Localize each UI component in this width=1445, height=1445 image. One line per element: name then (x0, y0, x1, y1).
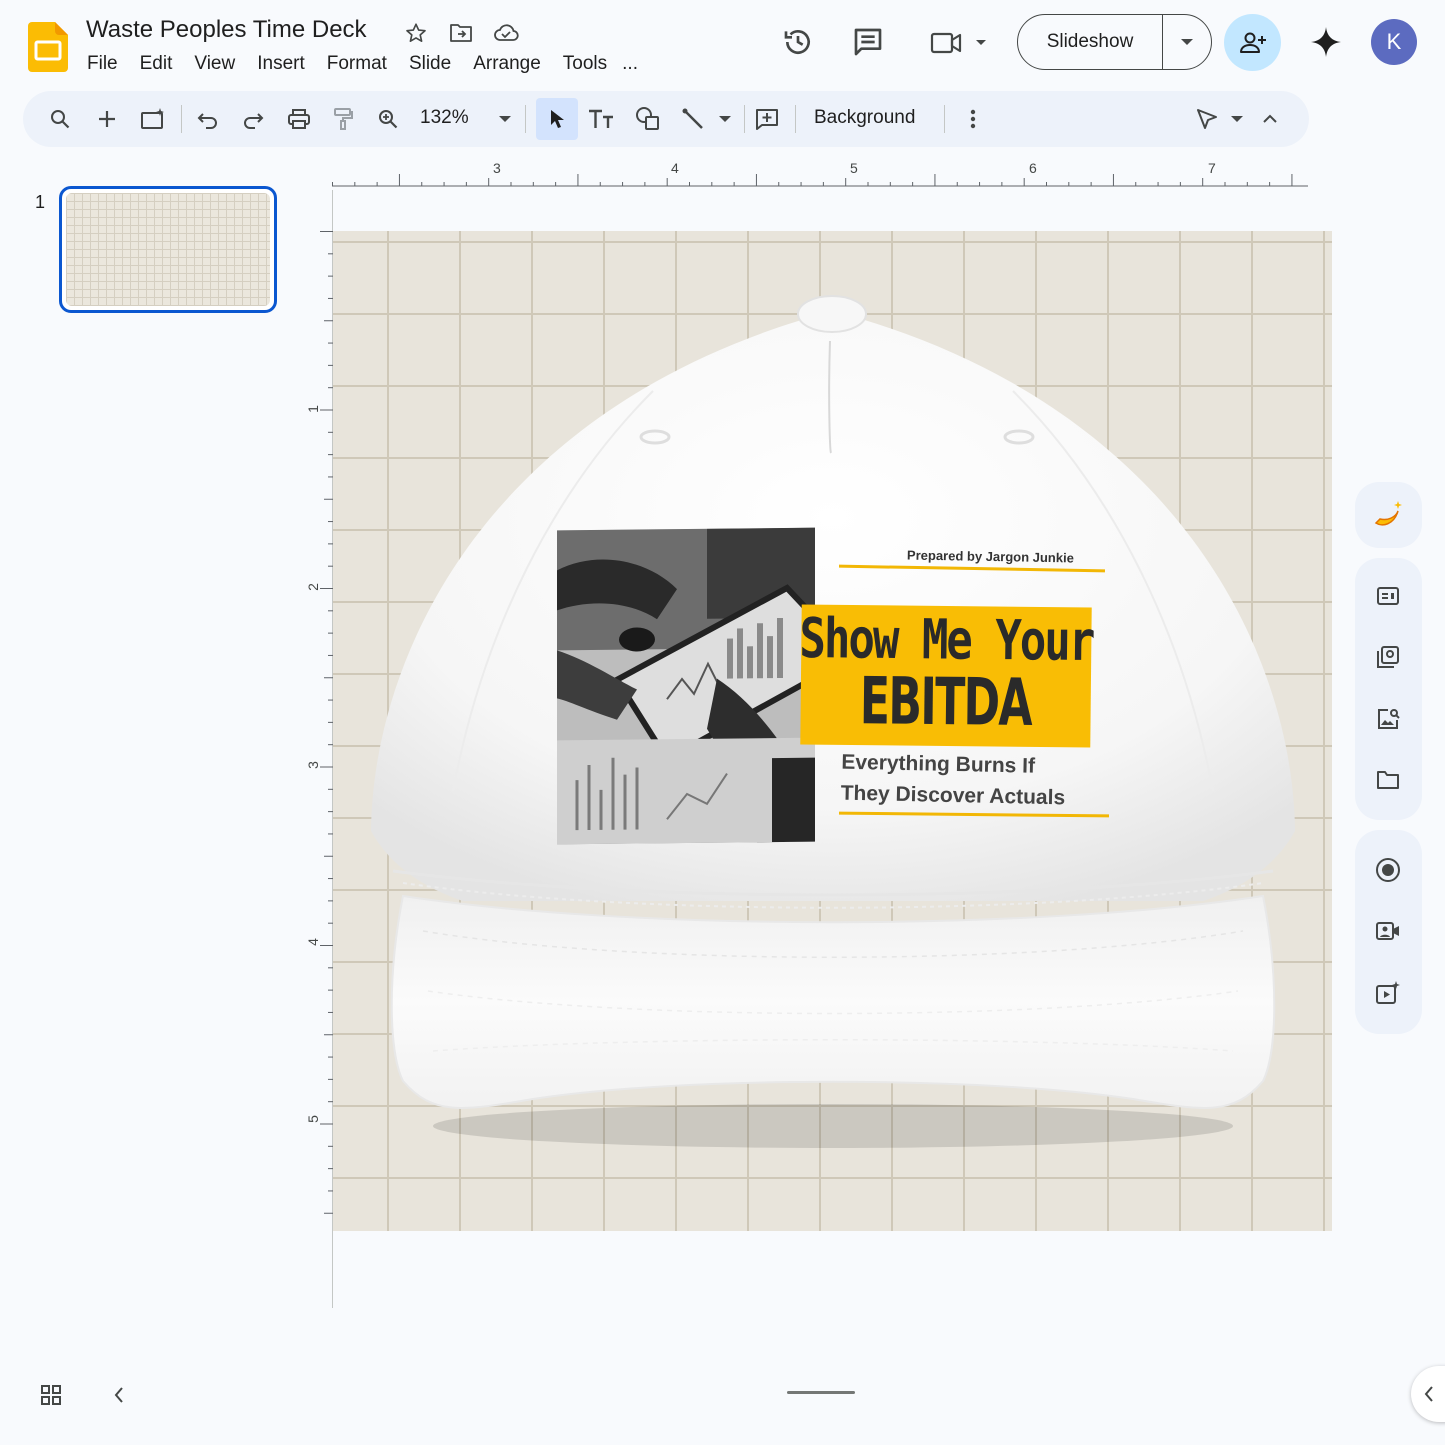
new-slide-icon[interactable] (89, 101, 125, 137)
chevron-left-icon (1424, 1386, 1433, 1402)
slide-thumbnail[interactable] (59, 186, 277, 313)
add-person-icon (1239, 32, 1266, 53)
banana-ai-icon[interactable] (1367, 494, 1409, 536)
line-tool-icon[interactable] (675, 101, 711, 137)
zoom-level[interactable]: 132% (420, 107, 469, 129)
paint-format-icon[interactable] (325, 101, 361, 137)
undo-icon[interactable] (190, 101, 226, 137)
menu-more[interactable]: ... (618, 53, 642, 75)
ruler-label-v: 4 (304, 938, 321, 946)
background-button[interactable]: Background (814, 107, 915, 129)
menu-format[interactable]: Format (316, 53, 398, 75)
camera-person-icon[interactable] (1367, 910, 1409, 952)
menu-tools[interactable]: Tools (552, 53, 618, 75)
headline-line-1: Show Me Your (799, 607, 1094, 675)
text-box-icon[interactable] (583, 101, 619, 137)
grid-view-icon[interactable] (34, 1378, 68, 1412)
share-button[interactable] (1224, 14, 1281, 71)
slide-number: 1 (35, 192, 46, 212)
select-tool-icon[interactable] (536, 98, 578, 140)
slideshow-dropdown-icon[interactable] (1163, 15, 1211, 69)
menu-edit[interactable]: Edit (129, 53, 184, 75)
accent-underline-bottom (838, 811, 1110, 818)
tagline: Everything Burns If They Discover Actual… (840, 747, 1066, 814)
slideshow-label[interactable]: Slideshow (1018, 15, 1163, 69)
cloud-saved-icon[interactable] (493, 20, 519, 46)
slide-thumbnail-preview (66, 193, 270, 306)
folder-icon[interactable] (1367, 759, 1409, 801)
collapse-filmstrip-icon[interactable] (102, 1378, 136, 1412)
menu-insert[interactable]: Insert (246, 53, 316, 75)
horizontal-ruler[interactable] (332, 160, 1308, 190)
redo-icon[interactable] (235, 101, 271, 137)
shape-icon[interactable] (630, 101, 666, 137)
speaker-notes-icon[interactable] (1367, 575, 1409, 617)
cap-print-design[interactable]: Prepared by Jargon Junkie Show Me Your E… (555, 527, 1110, 847)
menu-arrange[interactable]: Arrange (462, 53, 552, 75)
slides-logo-icon[interactable] (28, 22, 68, 72)
toolbar: 132% Background (23, 91, 1309, 147)
accent-underline-top (838, 564, 1106, 573)
vertical-ruler[interactable] (306, 231, 334, 1231)
print-icon[interactable] (281, 101, 317, 137)
slideshow-button[interactable]: Slideshow (1017, 14, 1212, 70)
ruler-label-v: 3 (304, 761, 321, 769)
menu-file[interactable]: File (76, 53, 129, 75)
zoom-icon[interactable] (370, 101, 406, 137)
tagline-line-1: Everything Burns If (841, 750, 1036, 778)
insert-comment-icon[interactable] (749, 101, 785, 137)
document-title[interactable]: Waste Peoples Time Deck (86, 16, 367, 44)
ruler-label-h: 4 (671, 160, 679, 176)
search-menus-icon[interactable] (42, 101, 78, 137)
version-history-icon[interactable] (778, 24, 818, 60)
image-search-icon[interactable] (1367, 698, 1409, 740)
notes-drag-handle[interactable] (787, 1391, 855, 1394)
slide-library-icon[interactable] (1367, 636, 1409, 678)
account-avatar[interactable]: K (1371, 19, 1417, 65)
ruler-label-v: 2 (304, 583, 321, 591)
line-dropdown-icon[interactable] (707, 101, 743, 137)
new-slide-ai-icon[interactable] (135, 101, 171, 137)
prepared-by-text: Prepared by Jargon Junkie (906, 547, 1075, 566)
menu-bar: File Edit View Insert Format Slide Arran… (76, 50, 642, 78)
move-folder-icon[interactable] (448, 20, 474, 46)
zoom-dropdown-icon[interactable] (487, 101, 523, 137)
star-icon[interactable] (403, 20, 429, 46)
video-ai-icon[interactable] (1367, 972, 1409, 1014)
comments-icon[interactable] (848, 24, 888, 60)
ruler-label-h: 7 (1208, 160, 1216, 176)
pointer-mode-dropdown-icon[interactable] (1219, 101, 1255, 137)
ruler-label-h: 5 (850, 160, 858, 176)
ruler-label-h: 6 (1029, 160, 1037, 176)
ruler-label-v: 1 (304, 405, 321, 413)
slide-canvas[interactable]: Prepared by Jargon Junkie Show Me Your E… (333, 231, 1332, 1231)
more-options-icon[interactable] (955, 101, 991, 137)
tagline-line-2: They Discover Actuals (840, 781, 1066, 810)
business-chart-photo (557, 527, 815, 845)
meet-icon[interactable] (926, 24, 992, 60)
headline-line-2: EBITDA (859, 664, 1032, 742)
headline-banner: Show Me Your EBITDA (799, 604, 1094, 748)
gemini-icon[interactable] (1306, 22, 1346, 62)
ruler-label-h: 3 (493, 160, 501, 176)
menu-slide[interactable]: Slide (398, 53, 462, 75)
record-icon[interactable] (1367, 849, 1409, 891)
collapse-toolbar-icon[interactable] (1252, 101, 1288, 137)
ruler-label-v: 5 (304, 1115, 321, 1123)
menu-view[interactable]: View (183, 53, 246, 75)
side-panel-toggle[interactable] (1411, 1366, 1445, 1422)
